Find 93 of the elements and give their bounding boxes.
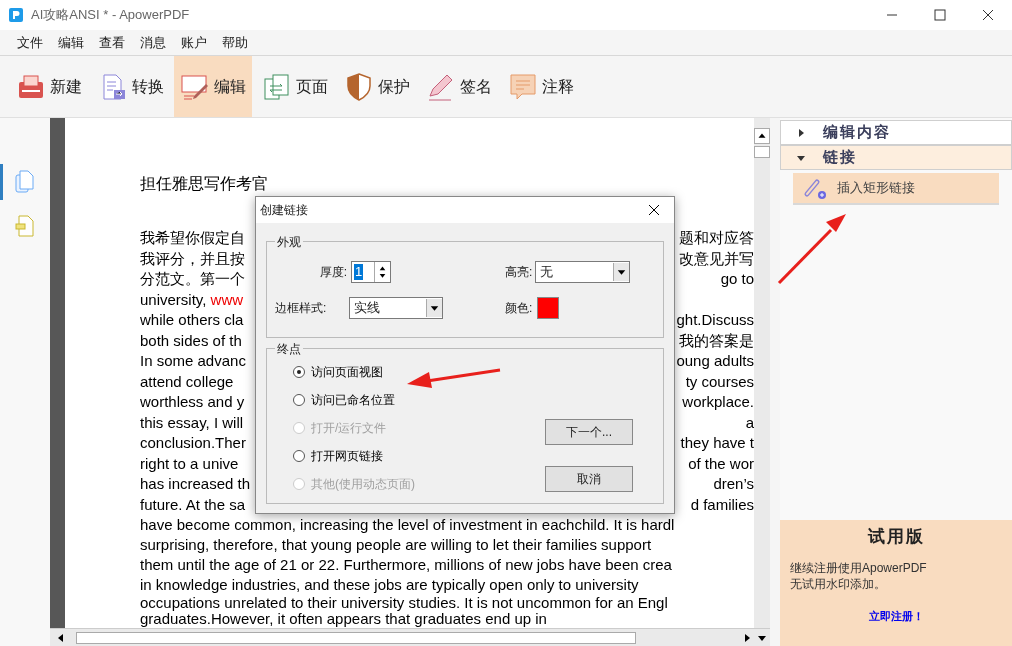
link-plus-icon (803, 176, 827, 200)
highlight-dropdown[interactable]: 无 (535, 260, 630, 283)
document-text: attend college (140, 371, 234, 392)
insert-link-button[interactable]: 插入矩形链接 (793, 173, 999, 205)
dialog-button[interactable]: 取消 (545, 466, 633, 492)
document-text: this essay, I will (140, 412, 244, 433)
menu-item[interactable]: 消息 (140, 32, 166, 53)
scroll-thumb[interactable] (754, 146, 770, 158)
scroll-thumb[interactable] (76, 631, 636, 644)
color-swatch[interactable] (537, 296, 559, 319)
caret-down-icon (797, 153, 805, 162)
border-style-dropdown[interactable]: 实线 (349, 296, 443, 319)
document-text: ty courses (685, 371, 754, 392)
radio-button[interactable] (293, 450, 305, 462)
window-title: AI攻略ANSI * - ApowerPDF (31, 6, 190, 25)
document-text: dren’s (713, 474, 754, 494)
document-text: graduates.However, it often appears that graduates end up in (140, 610, 547, 627)
section-header[interactable]: 链接 (780, 145, 1012, 170)
document-text: conclusion.Ther (140, 433, 246, 453)
field-label: 高亮: (505, 263, 534, 281)
menu-item[interactable]: 帮助 (222, 32, 248, 53)
close-icon[interactable] (982, 9, 994, 21)
document-text: of the wor (688, 453, 754, 474)
radio-button[interactable] (293, 366, 305, 378)
field-label: 厚度: (318, 263, 348, 281)
toolbar-button[interactable]: 页面 (256, 56, 334, 117)
document-text: oung adults (676, 351, 754, 371)
document-text: future. At the sa (140, 494, 246, 515)
caret-right-icon (797, 128, 805, 137)
scroll-up-icon[interactable] (754, 128, 770, 144)
document-text: a (745, 412, 754, 433)
menu-item[interactable]: 编辑 (58, 32, 84, 53)
radio-label: 其他(使用动态页面) (311, 476, 415, 493)
trial-text: 继续注册使用ApowerPDF (790, 559, 928, 576)
document-text: workplace. (682, 392, 754, 412)
document-text: surprising, therefore, that young people are willing to let their families support (140, 535, 652, 555)
menu-item[interactable]: 账户 (181, 32, 207, 53)
document-text: while others cla (140, 310, 244, 330)
document-text: go to (720, 269, 754, 289)
toolbar-button[interactable]: 编辑 (174, 56, 252, 117)
document-text: d families (690, 494, 754, 515)
comment-icon (508, 71, 538, 102)
group-legend: 外观 (275, 233, 303, 251)
menu-item[interactable]: 查看 (99, 32, 125, 53)
radio-label: 打开网页链接 (311, 448, 383, 465)
toolbar-button[interactable]: 签名 (420, 56, 498, 117)
document-text: in knowledge industries, and these jobs are typically open only to university (140, 575, 639, 595)
vertical-scrollbar[interactable] (754, 118, 770, 628)
field-label: 边框样式: (274, 299, 328, 317)
field-label: 颜色: (505, 299, 534, 317)
app-logo-icon (9, 8, 23, 22)
section-title: 链接 (823, 147, 857, 168)
register-link[interactable]: 立即注册！ (868, 607, 924, 624)
document-text: 分范文。第一个 (140, 269, 245, 289)
toolbar-button[interactable]: 保护 (338, 56, 416, 117)
document-text: university, www (140, 289, 244, 310)
toolbar-button[interactable]: 转换 (92, 56, 170, 117)
trial-text: 无试用水印添加。 (790, 575, 887, 592)
radio-label: 访问页面视图 (311, 364, 383, 381)
dialog-button[interactable]: 下一个... (545, 419, 633, 445)
radio-label: 打开/运行文件 (311, 420, 387, 437)
close-icon[interactable] (648, 204, 660, 216)
document-text: 我评分，并且按 (140, 248, 245, 269)
document-text: them until the age of 21 or 22. Furthermore, millions of new jobs have been crea (140, 555, 672, 575)
document-text: 我的答案是 (679, 330, 754, 351)
document-text: has increased th (140, 474, 251, 494)
section-title: 编辑内容 (823, 122, 891, 143)
document-text: In some advanc (140, 351, 246, 371)
shield-icon (344, 71, 374, 102)
document-text: right to a unive (140, 453, 239, 474)
thickness-spinbox[interactable]: 1 (351, 260, 391, 283)
toolbar-button[interactable]: 新建 (10, 56, 88, 117)
radio-button[interactable] (293, 394, 305, 406)
document-text: they have t (680, 433, 754, 453)
group-legend: 终点 (275, 340, 303, 358)
document-text: 改意见并写 (679, 248, 754, 269)
menu-item[interactable]: 文件 (17, 32, 43, 53)
document-text: 我希望你假定自 (140, 228, 245, 248)
toolbar-button[interactable]: 注释 (502, 56, 580, 117)
radio-label: 访问已命名位置 (311, 392, 395, 409)
pages-icon (262, 71, 292, 102)
document-text: have become common, increasing the level of investment in eachchild. It is hardl (140, 515, 675, 535)
document-text: occupations unrelated to their university studies. It is not uncommon for an Engl (140, 594, 668, 611)
section-header[interactable]: 编辑内容 (780, 120, 1012, 145)
dialog-title: 创建链接 (260, 202, 308, 219)
document-text: ght.Discuss (676, 310, 754, 330)
trial-title: 试用版 (867, 526, 925, 548)
maximize-icon[interactable] (934, 9, 946, 21)
document-heading: 担任雅思写作考官 (140, 174, 268, 194)
document-text: both sides of th (140, 330, 242, 351)
horizontal-scrollbar[interactable] (50, 628, 770, 646)
document-text: worthless and y (140, 392, 245, 412)
document-text: 题和对应答 (679, 228, 754, 248)
